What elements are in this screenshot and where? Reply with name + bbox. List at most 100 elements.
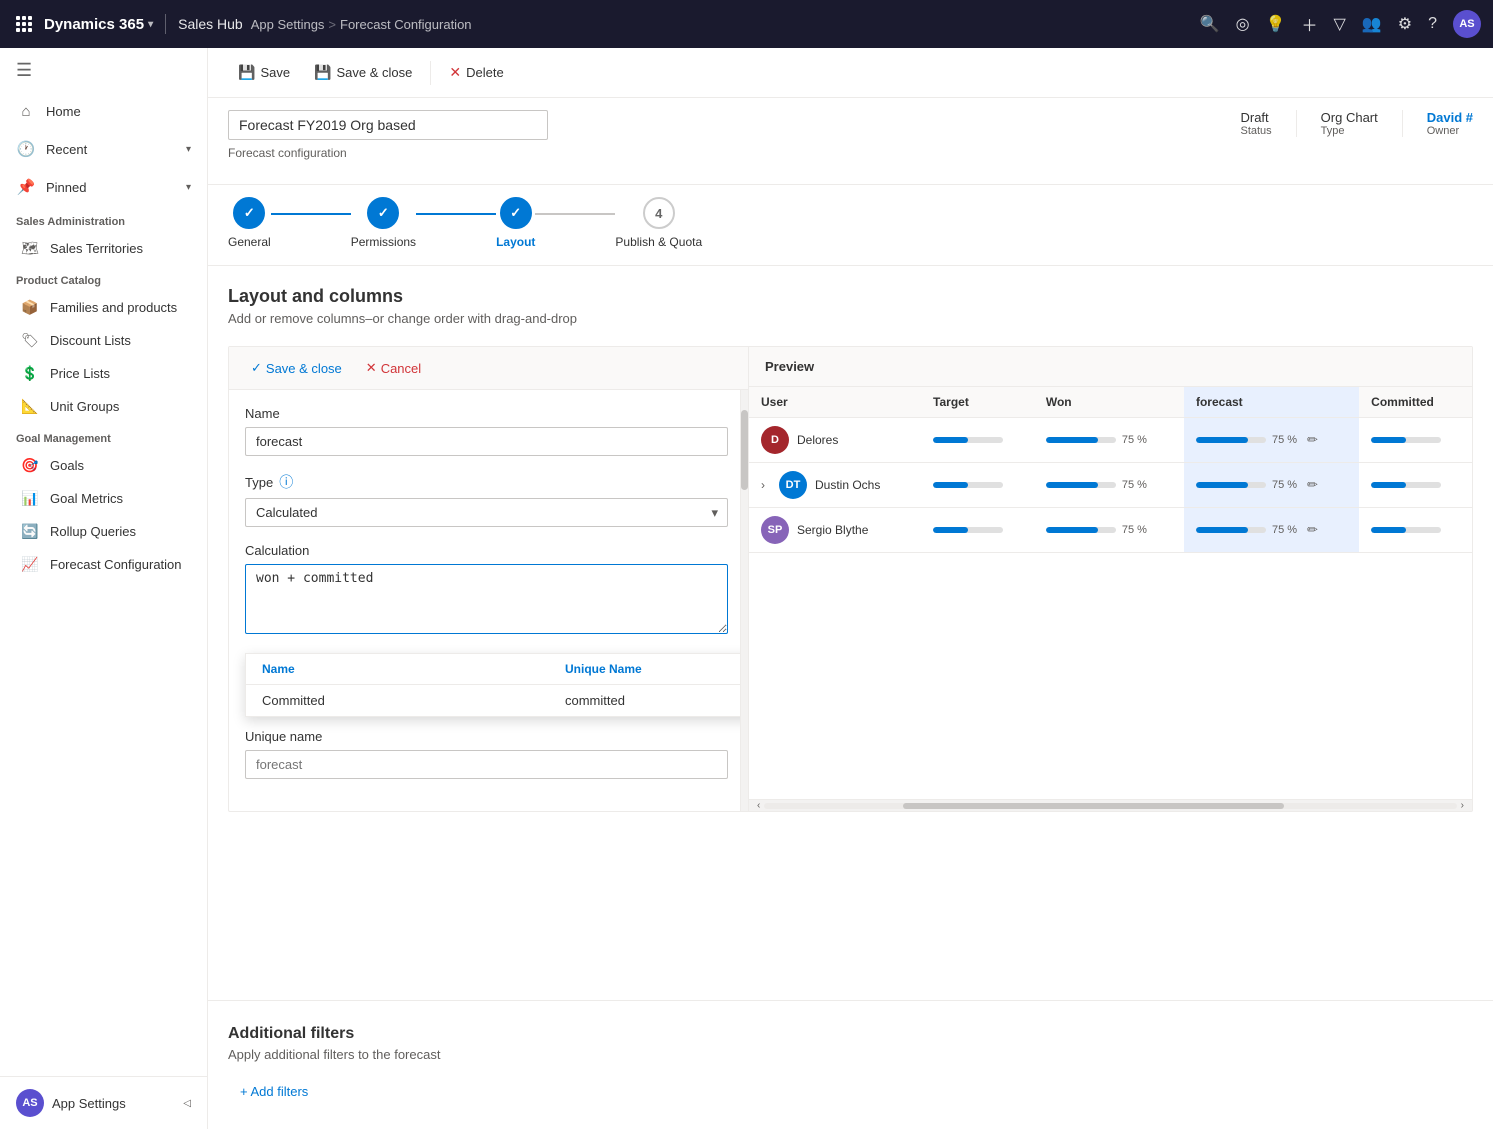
top-nav: Dynamics 365 ▾ Sales Hub App Settings > …: [0, 0, 1493, 48]
additional-filters: Additional filters Apply additional filt…: [208, 1000, 1493, 1129]
sidebar-footer[interactable]: AS App Settings ◁: [0, 1076, 207, 1129]
sidebar-item-pinned[interactable]: 📌 Pinned ▾: [0, 168, 207, 206]
sidebar-item-goals[interactable]: 🎯 Goals: [0, 449, 207, 482]
autocomplete-col-unique: Unique Name: [565, 662, 748, 676]
col-cancel-icon: ✕: [366, 360, 377, 376]
sidebar-toggle[interactable]: ☰: [0, 48, 207, 93]
sidebar-item-forecast-config[interactable]: 📈 Forecast Configuration: [0, 548, 207, 581]
col-config-body: Name Type ⓘ Calculated: [229, 390, 748, 811]
preview-scrollbar: ‹ ›: [749, 799, 1472, 811]
edit-icon-delores[interactable]: ✏: [1307, 432, 1318, 448]
calculation-textarea[interactable]: won + committed: [245, 564, 728, 634]
search-icon[interactable]: 🔍: [1200, 14, 1220, 34]
edit-icon-sergio[interactable]: ✏: [1307, 522, 1318, 538]
user-avatar[interactable]: AS: [1453, 10, 1481, 38]
people-icon[interactable]: 👥: [1362, 14, 1382, 34]
grid-menu-icon[interactable]: [12, 12, 36, 36]
delete-button[interactable]: ✕ Delete: [439, 58, 513, 87]
autocomplete-header: Name Unique Name: [246, 654, 748, 685]
sidebar-item-goal-metrics[interactable]: 📊 Goal Metrics: [0, 482, 207, 515]
preview-scrollbar-track[interactable]: [764, 803, 1456, 809]
autocomplete-row-committed[interactable]: Committed committed: [246, 685, 748, 716]
sidebar-item-price-lists[interactable]: 💲 Price Lists: [0, 357, 207, 390]
committed-cell-sergio: [1359, 508, 1472, 553]
goals-icon: 🎯: [20, 457, 40, 474]
step-publish[interactable]: 4 Publish & Quota: [615, 197, 702, 249]
section-header-sales-admin: Sales Administration: [0, 206, 207, 232]
pinned-chevron: ▾: [186, 182, 191, 193]
col-save-close-button[interactable]: ✓ Save & close: [241, 355, 352, 381]
step-circle-publish: 4: [643, 197, 675, 229]
step-label-general: General: [228, 235, 271, 249]
lightbulb-icon[interactable]: 💡: [1266, 14, 1286, 34]
families-icon: 📦: [20, 299, 40, 316]
settings-icon[interactable]: ⚙: [1398, 14, 1412, 34]
step-permissions[interactable]: ✓ Permissions: [351, 197, 416, 249]
unique-name-label: Unique name: [245, 729, 728, 744]
brand[interactable]: Dynamics 365 ▾: [44, 16, 153, 33]
sidebar-item-discount-lists[interactable]: 🏷 Discount Lists: [0, 324, 207, 357]
save-close-button[interactable]: 💾 Save & close: [304, 58, 422, 87]
brand-chevron: ▾: [148, 19, 153, 30]
name-input[interactable]: [245, 427, 728, 456]
scroll-thumb: [741, 410, 748, 490]
preview-col-user: User: [749, 387, 921, 418]
scroll-track[interactable]: [740, 390, 748, 811]
preview-title: Preview: [749, 347, 1472, 387]
preview-col-forecast: forecast: [1184, 387, 1359, 418]
preview-data-table: User Target Won forecast Committed: [749, 387, 1472, 553]
avatar-delores: D: [761, 426, 789, 454]
form-title-input[interactable]: [228, 110, 548, 140]
app-name: Sales Hub: [178, 16, 243, 32]
won-cell-sergio: 75 %: [1034, 508, 1184, 553]
table-row: D Delores: [749, 418, 1472, 463]
scroll-left-arrow[interactable]: ‹: [753, 800, 764, 811]
step-circle-permissions: ✓: [367, 197, 399, 229]
stepper-container: ✓ General ✓ Permissions ✓ Layout 4 Publi…: [208, 185, 1493, 266]
sidebar-item-families[interactable]: 📦 Families and products: [0, 291, 207, 324]
layout-section-subtitle: Add or remove columns–or change order wi…: [228, 311, 1473, 326]
forecast-cell-sergio: 75 % ✏: [1184, 508, 1359, 553]
avatar-sergio: SP: [761, 516, 789, 544]
toolbar: 💾 Save 💾 Save & close ✕ Delete: [208, 48, 1493, 98]
section-header-goal-mgmt: Goal Management: [0, 423, 207, 449]
pinned-icon: 📌: [16, 178, 36, 196]
filter-icon[interactable]: ▽: [1334, 14, 1346, 34]
rollup-icon: 🔄: [20, 523, 40, 540]
type-select[interactable]: Calculated Rollup Simple: [245, 498, 728, 527]
sidebar: ☰ ⌂ Home 🕐 Recent ▾ 📌 Pinned ▾ Sales Adm…: [0, 48, 208, 1129]
step-general[interactable]: ✓ General: [228, 197, 271, 249]
committed-cell-delores: [1359, 418, 1472, 463]
filters-subtitle: Apply additional filters to the forecast: [228, 1047, 1473, 1062]
sidebar-item-home[interactable]: ⌂ Home: [0, 93, 207, 130]
col-cancel-button[interactable]: ✕ Cancel: [356, 355, 431, 381]
sidebar-item-rollup-queries[interactable]: 🔄 Rollup Queries: [0, 515, 207, 548]
step-layout[interactable]: ✓ Layout: [496, 197, 535, 249]
unique-name-input[interactable]: [245, 750, 728, 779]
help-icon[interactable]: ?: [1428, 15, 1437, 33]
step-label-permissions: Permissions: [351, 235, 416, 249]
expand-icon-dustin[interactable]: ›: [761, 478, 765, 492]
save-button[interactable]: 💾 Save: [228, 58, 300, 87]
territories-icon: 🗺: [20, 240, 40, 257]
breadcrumb: App Settings > Forecast Configuration: [251, 17, 472, 32]
preview-table: User Target Won forecast Committed: [749, 387, 1472, 799]
meta-owner: David # Owner: [1427, 110, 1473, 137]
type-select-wrapper: Calculated Rollup Simple: [245, 498, 728, 527]
type-info-icon[interactable]: ⓘ: [279, 472, 293, 492]
delete-icon: ✕: [449, 64, 461, 81]
target-cell-delores: [921, 418, 1034, 463]
sidebar-item-recent[interactable]: 🕐 Recent ▾: [0, 130, 207, 168]
preview-col-target: Target: [921, 387, 1034, 418]
edit-icon-dustin[interactable]: ✏: [1307, 477, 1318, 493]
check-circle-icon[interactable]: ◎: [1236, 14, 1250, 34]
plus-icon[interactable]: ＋: [1302, 12, 1318, 36]
name-group: Name: [245, 406, 728, 456]
sidebar-item-sales-territories[interactable]: 🗺 Sales Territories: [0, 232, 207, 265]
sidebar-item-unit-groups[interactable]: 📐 Unit Groups: [0, 390, 207, 423]
calculation-group: Calculation won + committed: [245, 543, 728, 637]
add-filter-button[interactable]: + Add filters: [228, 1078, 320, 1105]
column-config: ✓ Save & close ✕ Cancel Name: [229, 347, 749, 811]
user-cell-delores: D Delores: [749, 418, 921, 463]
scroll-right-arrow[interactable]: ›: [1457, 800, 1468, 811]
